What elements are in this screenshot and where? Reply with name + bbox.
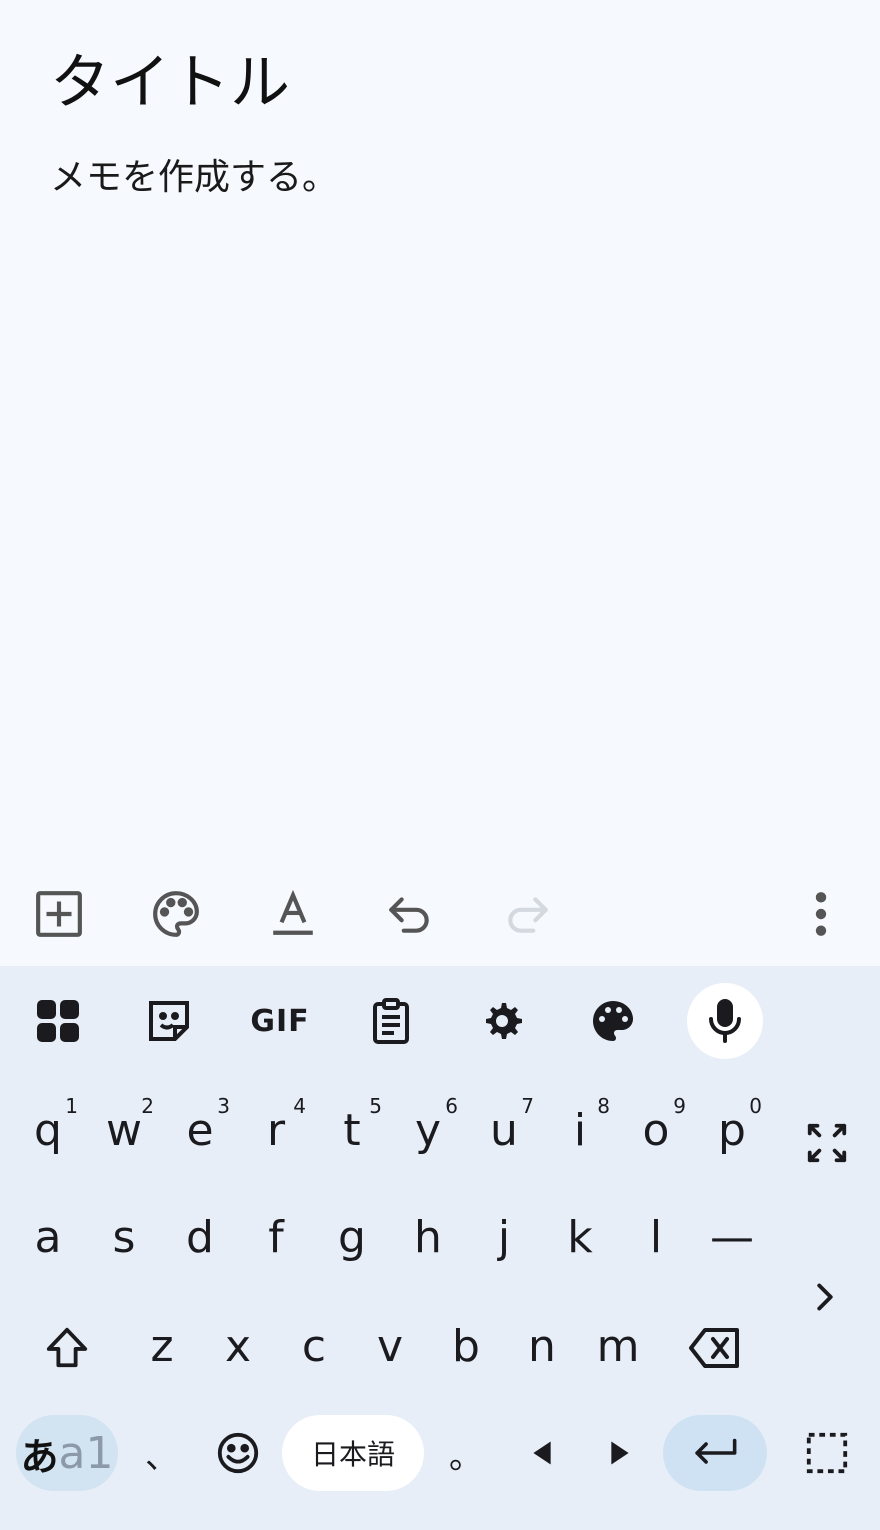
key-hint: 3 bbox=[217, 1094, 230, 1118]
undo-icon[interactable] bbox=[380, 884, 440, 944]
key-h[interactable]: h bbox=[390, 1187, 466, 1287]
key-b[interactable]: b bbox=[428, 1296, 504, 1396]
key-v[interactable]: v bbox=[352, 1296, 428, 1396]
cursor-left-icon[interactable] bbox=[508, 1418, 578, 1488]
key-c[interactable]: c bbox=[276, 1296, 352, 1396]
mode-hiragana: あ bbox=[20, 1434, 59, 1479]
settings-icon[interactable] bbox=[464, 983, 540, 1059]
key-x[interactable]: x bbox=[200, 1296, 276, 1396]
key-long-dash[interactable]: — bbox=[694, 1187, 770, 1287]
emoji-icon[interactable] bbox=[203, 1418, 273, 1488]
chevron-right-icon[interactable] bbox=[790, 1262, 860, 1332]
key-label: w bbox=[106, 1104, 142, 1156]
key-k[interactable]: k bbox=[542, 1187, 618, 1287]
key-l[interactable]: l bbox=[618, 1187, 694, 1287]
key-label: q bbox=[34, 1104, 62, 1156]
key-p[interactable]: p0 bbox=[694, 1080, 770, 1180]
key-label: y bbox=[414, 1104, 442, 1156]
keyboard-toolbar: GIF bbox=[0, 966, 880, 1076]
key-label: p bbox=[718, 1104, 746, 1156]
key-hint: 9 bbox=[673, 1094, 686, 1118]
key-m[interactable]: m bbox=[580, 1296, 656, 1396]
key-hint: 1 bbox=[65, 1094, 78, 1118]
sticker-icon[interactable] bbox=[131, 983, 207, 1059]
space-key[interactable]: 日本語 bbox=[282, 1415, 424, 1491]
key-i[interactable]: i8 bbox=[542, 1080, 618, 1180]
key-label: r bbox=[266, 1104, 286, 1156]
key-o[interactable]: o9 bbox=[618, 1080, 694, 1180]
key-label: o bbox=[642, 1104, 670, 1156]
key-hint: 5 bbox=[369, 1094, 382, 1118]
key-hint: 0 bbox=[749, 1094, 762, 1118]
space-label: 日本語 bbox=[310, 1438, 395, 1471]
theme-palette-icon[interactable] bbox=[575, 983, 651, 1059]
key-j[interactable]: j bbox=[466, 1187, 542, 1287]
expand-keyboard-icon[interactable] bbox=[792, 1108, 862, 1178]
note-toolbar bbox=[0, 870, 880, 958]
shift-icon[interactable] bbox=[32, 1313, 102, 1383]
key-label: u bbox=[490, 1104, 518, 1156]
more-vert-icon[interactable] bbox=[791, 884, 851, 944]
key-z[interactable]: z bbox=[124, 1296, 200, 1396]
key-label: t bbox=[343, 1104, 361, 1156]
key-a[interactable]: a bbox=[10, 1187, 86, 1287]
redo-icon[interactable] bbox=[497, 884, 557, 944]
key-w[interactable]: w2 bbox=[86, 1080, 162, 1180]
enter-key[interactable] bbox=[663, 1415, 767, 1491]
mic-icon[interactable] bbox=[687, 983, 763, 1059]
key-label: i bbox=[573, 1104, 587, 1156]
key-q[interactable]: q1 bbox=[10, 1080, 86, 1180]
palette-icon[interactable] bbox=[146, 884, 206, 944]
key-hint: 8 bbox=[597, 1094, 610, 1118]
key-y[interactable]: y6 bbox=[390, 1080, 466, 1180]
clipboard-icon[interactable] bbox=[353, 983, 429, 1059]
key-hint: 6 bbox=[445, 1094, 458, 1118]
key-u[interactable]: u7 bbox=[466, 1080, 542, 1180]
cursor-right-icon[interactable] bbox=[584, 1418, 654, 1488]
key-hint: 7 bbox=[521, 1094, 534, 1118]
key-period[interactable]: 。 bbox=[428, 1403, 504, 1503]
key-hint: 4 bbox=[293, 1094, 306, 1118]
key-t[interactable]: t5 bbox=[314, 1080, 390, 1180]
key-r[interactable]: r4 bbox=[238, 1080, 314, 1180]
mode-alphanumeric: a1 bbox=[58, 1427, 114, 1479]
backspace-icon[interactable] bbox=[682, 1313, 748, 1383]
note-title[interactable]: タイトル bbox=[50, 40, 290, 126]
key-hint: 2 bbox=[141, 1094, 154, 1118]
key-s[interactable]: s bbox=[86, 1187, 162, 1287]
key-d[interactable]: d bbox=[162, 1187, 238, 1287]
key-n[interactable]: n bbox=[504, 1296, 580, 1396]
gif-label: GIF bbox=[250, 1003, 310, 1039]
key-g[interactable]: g bbox=[314, 1187, 390, 1287]
key-f[interactable]: f bbox=[238, 1187, 314, 1287]
gif-icon[interactable]: GIF bbox=[242, 983, 318, 1059]
add-box-icon[interactable] bbox=[29, 884, 89, 944]
note-body[interactable]: メモを作成する。 bbox=[50, 150, 338, 206]
key-e[interactable]: e3 bbox=[162, 1080, 238, 1180]
apps-grid-icon[interactable] bbox=[20, 983, 96, 1059]
text-format-icon[interactable] bbox=[263, 884, 323, 944]
input-mode-toggle[interactable]: あ a1 bbox=[16, 1415, 118, 1491]
enter-icon bbox=[695, 1438, 737, 1464]
key-label: e bbox=[186, 1104, 214, 1156]
select-frame-icon[interactable] bbox=[792, 1418, 862, 1488]
key-comma[interactable]: 、 bbox=[124, 1403, 200, 1503]
